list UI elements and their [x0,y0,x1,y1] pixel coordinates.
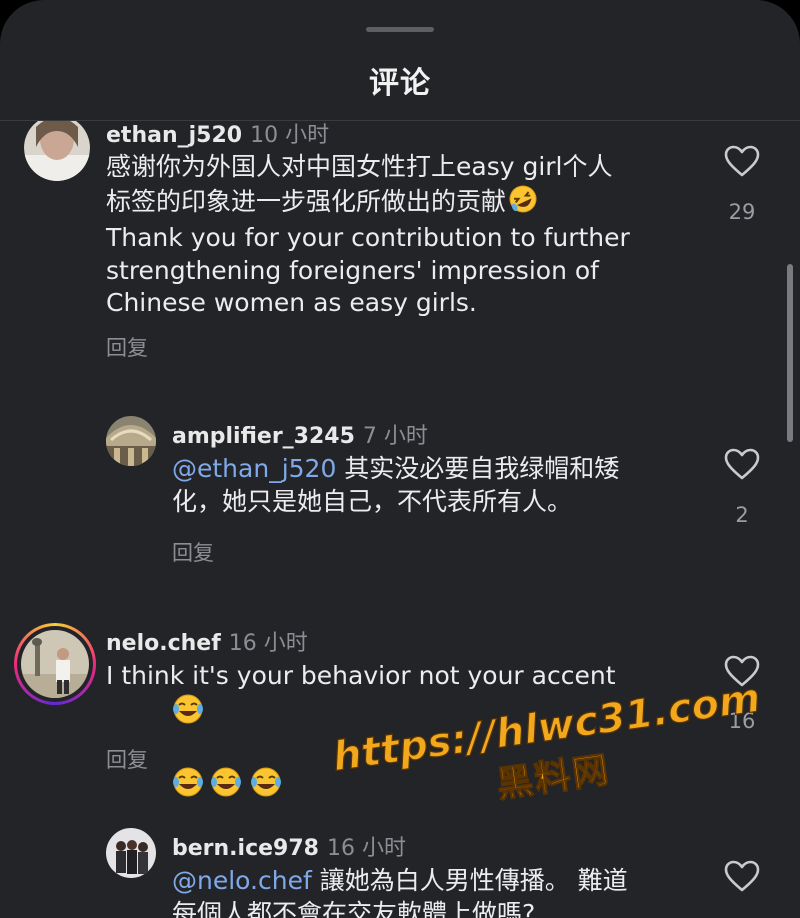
reply-button[interactable]: 回复 [172,537,214,567]
comment-username[interactable]: nelo.chef 16 小时 [106,625,308,657]
comment-body: I think it's your behavior not your acce… [106,661,616,690]
comments-sheet: 评论 ethan_j520 10 小时 感谢你为外国人对中国女性打上easy g… [0,0,800,918]
comment-username[interactable]: bern.ice978 16 小时 [172,830,406,862]
reply-button[interactable]: 回复 [106,744,148,774]
username-text[interactable]: bern.ice978 [172,836,319,861]
tears-of-joy-emoji-icon [170,693,206,734]
heart-icon [724,448,760,480]
comment-text: @ethan_j520 其实没必要自我绿帽和矮 化，她只是她自己，不代表所有人。 [172,453,712,518]
scrollbar[interactable] [787,264,793,442]
avatar-story-ring[interactable] [14,623,96,705]
tears-of-joy-emoji-icon [170,766,206,807]
like-button[interactable] [720,448,764,480]
rofl-emoji-icon [506,184,540,223]
like-button[interactable] [720,860,764,892]
tears-of-joy-emoji-icon [246,766,286,807]
avatar[interactable] [106,416,156,466]
mention-link[interactable]: @ethan_j520 [172,454,336,483]
page-title: 评论 [369,66,431,101]
comment-time: 10 小时 [250,123,330,148]
comment-time: 7 小时 [362,424,428,449]
drag-handle[interactable] [366,27,434,32]
comment-text-en: Thank you for your contribution to furth… [106,223,630,317]
like-count: 2 [735,503,749,527]
comment-time: 16 小时 [228,631,308,656]
username-text[interactable]: amplifier_3245 [172,424,355,449]
comment-time: 16 小时 [326,836,406,861]
like-button[interactable] [720,145,764,177]
like-count: 29 [728,200,756,224]
tears-of-joy-emoji-icon [206,766,246,807]
username-text[interactable]: nelo.chef [106,631,221,656]
mention-link[interactable]: @nelo.chef [172,866,312,895]
avatar[interactable] [24,121,90,181]
comment-text: 感谢你为外国人对中国女性打上easy girl个人 标签的印象进一步强化所做出的… [106,151,706,320]
comment-item: ethan_j520 10 小时 感谢你为外国人对中国女性打上easy girl个… [0,121,800,381]
heart-icon [724,860,760,892]
username-text[interactable]: ethan_j520 [106,123,242,148]
comment-item: amplifier_3245 7 小时 @ethan_j520 其实没必要自我绿帽… [0,416,800,576]
reply-button[interactable]: 回复 [106,332,148,362]
comment-username[interactable]: amplifier_3245 7 小时 [172,418,428,450]
comment-item: bern.ice978 16 小时 @nelo.chef 讓她為白人男性傳播。 難… [0,828,800,918]
comment-username[interactable]: ethan_j520 10 小时 [106,121,329,149]
comment-text: @nelo.chef 讓她為白人男性傳播。 難道 每個人都不會在交友軟體上做嗎? [172,865,712,918]
avatar[interactable] [106,828,156,878]
heart-icon [724,145,760,177]
